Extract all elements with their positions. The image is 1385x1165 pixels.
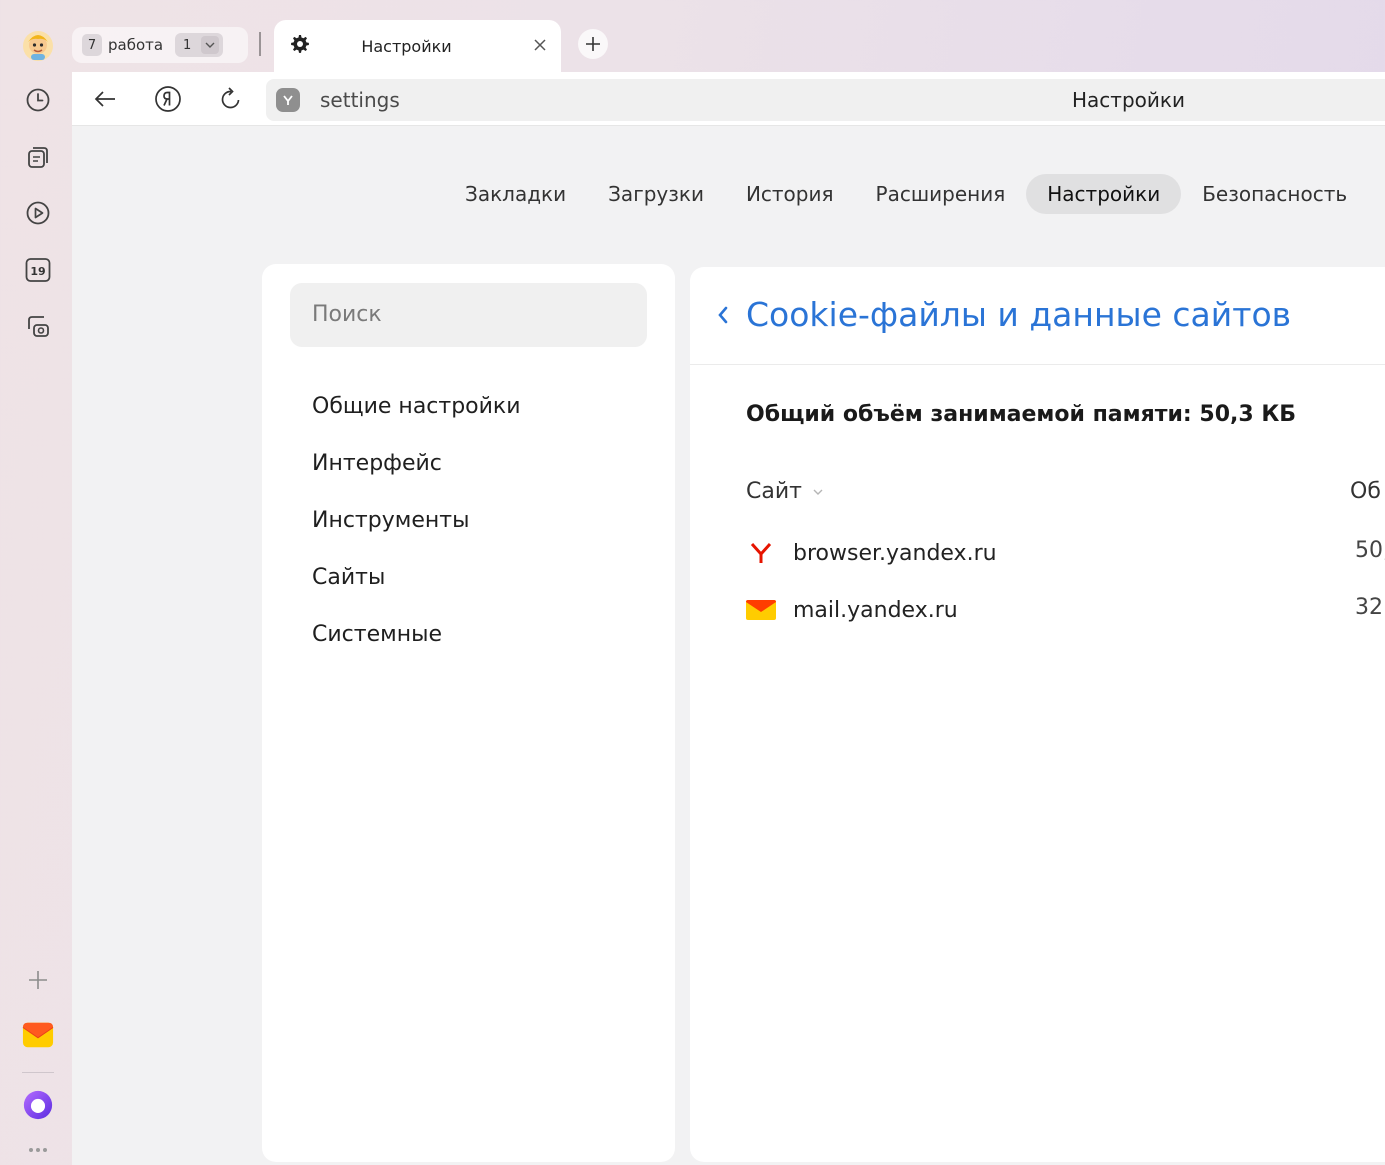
sort-chevron-icon — [813, 489, 823, 495]
panel-header: Cookie-файлы и данные сайтов — [690, 267, 1385, 365]
settings-sidebar: Поиск Общие настройки Интерфейс Инструме… — [262, 264, 675, 1162]
nav-bookmarks[interactable]: Закладки — [444, 174, 587, 214]
sidebar-item-tools[interactable]: Инструменты — [312, 506, 521, 563]
chevron-down-icon[interactable] — [201, 36, 220, 54]
address-url[interactable]: settings — [320, 88, 400, 112]
calendar-day-text: 19 — [30, 265, 45, 278]
more-icon[interactable] — [22, 1134, 54, 1165]
arrow-left-icon — [94, 91, 115, 107]
video-play-icon[interactable] — [22, 197, 54, 229]
table-row[interactable]: browser.yandex.ru — [746, 538, 997, 568]
nav-history[interactable]: История — [725, 174, 855, 214]
history-clock-icon[interactable] — [22, 84, 54, 116]
table-row[interactable]: mail.yandex.ru — [746, 595, 958, 625]
profile-avatar-icon[interactable] — [22, 30, 54, 62]
tab-group-badge[interactable]: 1 — [175, 33, 224, 57]
gear-icon — [290, 34, 310, 58]
chevron-left-icon[interactable] — [716, 305, 730, 329]
browser-window: settings Настройки Закладки Загрузки Ист… — [72, 72, 1385, 1165]
cookies-panel: Cookie-файлы и данные сайтов Общий объём… — [690, 267, 1385, 1162]
column-header-site-label: Сайт — [746, 479, 802, 504]
row-site: browser.yandex.ru — [793, 540, 997, 566]
toolbar: settings Настройки — [72, 72, 1385, 126]
calendar-icon[interactable]: 19 — [22, 254, 54, 286]
sidebar-item-interface[interactable]: Интерфейс — [312, 449, 521, 506]
rail-divider — [22, 1072, 54, 1073]
column-header-size[interactable]: Об — [1350, 479, 1381, 504]
new-tab-button[interactable] — [578, 29, 608, 59]
tab-group-badge-count: 1 — [182, 37, 192, 53]
total-storage-label: Общий объём занимаемой памяти: 50,3 КБ — [746, 402, 1297, 427]
plus-icon — [586, 37, 600, 51]
sidebar-item-system[interactable]: Системные — [312, 620, 521, 677]
settings-search-input[interactable]: Поиск — [290, 283, 647, 347]
nav-security[interactable]: Безопасность — [1181, 174, 1368, 214]
settings-top-nav: Закладки Загрузки История Расширения Нас… — [444, 173, 1368, 215]
yandex-y-icon — [746, 538, 776, 568]
yandex-logo-icon — [155, 86, 181, 112]
address-page-title: Настройки — [1072, 88, 1185, 112]
close-icon[interactable] — [533, 37, 547, 56]
row-size: 50, — [1355, 538, 1385, 563]
screenshot-icon[interactable] — [22, 311, 54, 343]
tab-settings[interactable]: Настройки — [274, 20, 561, 72]
nav-settings[interactable]: Настройки — [1026, 174, 1182, 214]
tab-title: Настройки — [361, 36, 452, 56]
site-info-icon[interactable] — [276, 88, 300, 112]
back-button[interactable] — [91, 85, 119, 113]
sidebar-item-general[interactable]: Общие настройки — [312, 392, 521, 449]
add-icon[interactable] — [22, 964, 54, 996]
row-size: 32 — [1355, 595, 1383, 620]
page-title[interactable]: Cookie-файлы и данные сайтов — [746, 295, 1291, 334]
tab-group-count: 7 — [82, 34, 102, 56]
address-bar[interactable]: settings Настройки — [266, 79, 1385, 121]
tab-group[interactable]: 7 работа 1 — [72, 27, 248, 63]
column-header-site[interactable]: Сайт — [746, 479, 824, 504]
alice-assistant-icon[interactable] — [22, 1089, 54, 1121]
tab-group-name: работа — [108, 36, 164, 54]
left-rail: 19 — [0, 0, 72, 1165]
mail-icon[interactable] — [22, 1019, 54, 1051]
reload-icon — [221, 87, 240, 109]
collections-icon[interactable] — [22, 141, 54, 173]
row-site: mail.yandex.ru — [793, 597, 958, 623]
nav-extensions[interactable]: Расширения — [855, 174, 1027, 214]
tab-separator — [259, 32, 261, 56]
nav-downloads[interactable]: Загрузки — [587, 174, 725, 214]
yandex-mail-icon — [746, 595, 776, 625]
yandex-home-button[interactable] — [154, 85, 182, 113]
reload-button[interactable] — [217, 85, 245, 113]
settings-menu: Общие настройки Интерфейс Инструменты Са… — [312, 392, 521, 677]
sidebar-item-sites[interactable]: Сайты — [312, 563, 521, 620]
